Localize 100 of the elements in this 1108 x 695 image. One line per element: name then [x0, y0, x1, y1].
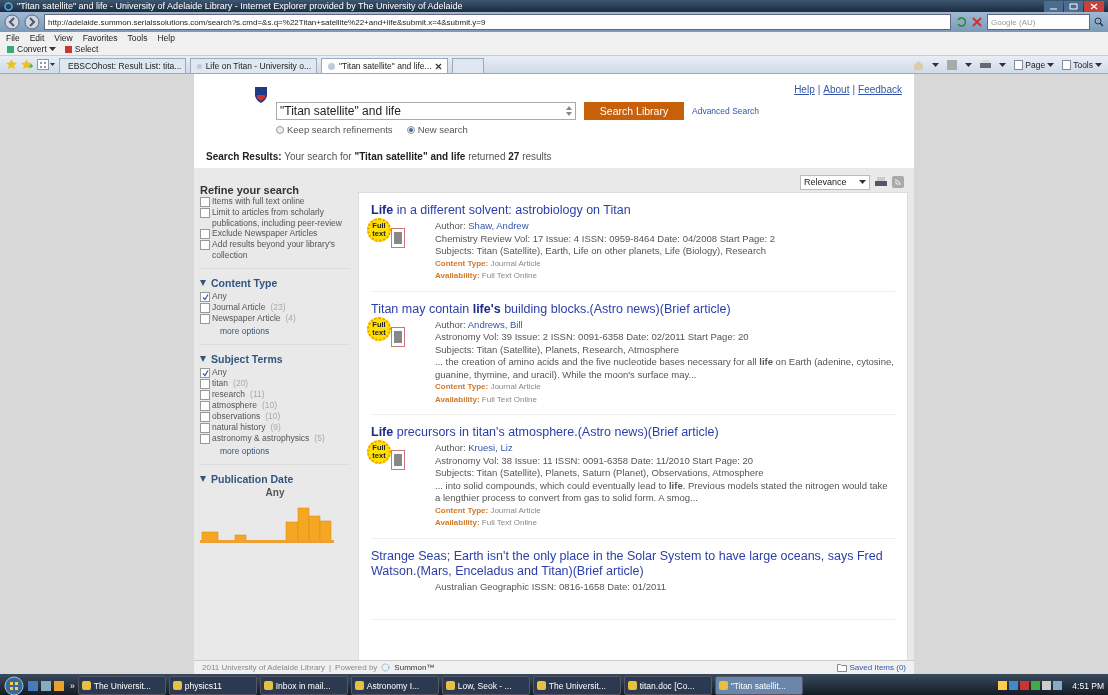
menu-item[interactable]: Favorites [82, 32, 118, 43]
menu-item[interactable]: Help [157, 32, 175, 43]
taskbar-button[interactable]: Inbox in mail... [259, 676, 348, 695]
taskbar-button[interactable]: Astronomy I... [350, 676, 439, 695]
result-title-link[interactable]: Strange Seas; Earth isn't the only place in the Solar System to have large oceans, says Fred Watson.(Mars, Enceladus and Titan)(Brief article) [371, 548, 895, 579]
facet-option[interactable]: natural history [212, 422, 266, 433]
menu-item[interactable]: Tools [127, 32, 148, 43]
radio-button[interactable] [276, 125, 284, 134]
toolbar-button[interactable]: Select [63, 44, 99, 54]
checkbox[interactable] [200, 197, 210, 207]
result-title-link[interactable]: Life precursors in titan's atmosphere.(Astro news)(Brief article) [371, 425, 895, 440]
new-tab-button[interactable] [452, 58, 484, 73]
browser-tab[interactable]: Life on Titan - University o... [190, 58, 317, 73]
toolbar-button[interactable]: Page [1014, 59, 1055, 70]
quick-launch-icon[interactable] [27, 679, 67, 692]
result-title-link[interactable]: Titan may contain life's building blocks.(Astro news)(Brief article) [371, 301, 895, 317]
taskbar-button[interactable]: The Universit... [77, 676, 166, 695]
crest-logo [254, 86, 268, 104]
facet-heading[interactable]: Subject Terms [211, 353, 283, 365]
print-icon[interactable] [875, 176, 887, 188]
toolbar-glyph-icon [6, 44, 15, 54]
more-options-link[interactable]: more options [200, 446, 350, 456]
facet-option[interactable]: Journal Article [212, 302, 266, 313]
taskbar-button[interactable]: The Universit... [532, 676, 621, 695]
results-summary: Search Results: Your search for "Titan satellite" and life returned 27 results [205, 150, 553, 164]
print-icon[interactable] [980, 59, 992, 70]
expand-triangle-icon[interactable] [200, 280, 206, 286]
start-button[interactable] [4, 675, 24, 695]
refresh-icon[interactable] [955, 16, 967, 28]
overflow-chevron[interactable]: » [70, 680, 75, 691]
forward-button[interactable] [24, 14, 40, 30]
taskbar-button[interactable]: "Titan satellit... [714, 676, 803, 695]
search-button[interactable]: Search Library [584, 102, 684, 120]
search-icon[interactable] [1094, 17, 1104, 27]
filter-label: Exclude Newspaper Articles [212, 228, 318, 239]
checkbox[interactable] [200, 229, 210, 239]
checkbox[interactable] [200, 401, 210, 411]
sort-dropdown[interactable]: Relevance [800, 174, 870, 190]
sidebar-title: Refine your search [200, 184, 300, 196]
rss-icon[interactable] [892, 176, 904, 188]
browser-tab[interactable]: EBSCOhost: Result List: tita... [59, 58, 186, 73]
more-options-link[interactable]: more options [200, 326, 350, 336]
header-link[interactable]: Help [794, 84, 815, 95]
toolbar-button[interactable]: Convert [6, 44, 56, 54]
header-link[interactable]: Feedback [858, 84, 902, 95]
tab-list-icon[interactable] [37, 59, 55, 70]
toolbar-button[interactable]: Tools [1062, 59, 1102, 70]
taskbar-button[interactable]: physics11 [168, 676, 257, 695]
search-field[interactable]: "Titan satellite" and life [276, 102, 576, 120]
checkbox[interactable] [200, 423, 210, 433]
facet-option[interactable]: atmosphere [212, 400, 257, 411]
snippet-text: ... into solid compounds, which could eventually lead to life. Previous models stated the nitrogen would take a lengthier process to convert from gas to solid form. A smog... [435, 479, 889, 505]
facet-option[interactable]: astronomy & astrophysics [212, 433, 310, 444]
address-field[interactable]: http://adelaide.summon.serialssolutions.com/search?s.cmd=&s.q=%22Titan+satellite%22+and+life&submit.x=4&submit.y=9 [44, 14, 951, 30]
advanced-search-link[interactable]: Advanced Search [692, 106, 760, 116]
taskbar-button[interactable]: Low, Seok - ... [441, 676, 530, 695]
star-icon[interactable] [6, 59, 17, 70]
checkbox[interactable] [200, 368, 210, 378]
facet-option[interactable]: Newspaper Article [212, 313, 281, 324]
close-icon[interactable] [435, 62, 442, 70]
result-title-link[interactable]: Life in a different solvent: astrobiology on Titan [371, 203, 895, 218]
add-favorites-icon[interactable] [21, 59, 33, 70]
back-button[interactable] [4, 14, 20, 30]
content-type-line: Content Type: Journal Article [435, 257, 542, 270]
header-link[interactable]: About [823, 84, 850, 95]
radio-button[interactable] [406, 125, 415, 134]
facet-heading[interactable]: Content Type [211, 277, 278, 289]
stop-icon[interactable] [971, 16, 983, 28]
expand-triangle-icon[interactable] [200, 356, 206, 362]
menu-item[interactable]: File [6, 32, 20, 43]
page-favicon-icon [196, 61, 203, 71]
checkbox[interactable] [200, 314, 210, 324]
checkbox[interactable] [200, 434, 210, 444]
facet-option[interactable]: observations [212, 411, 261, 422]
saved-items-link[interactable]: Saved Items (0) [836, 663, 906, 672]
checkbox[interactable] [200, 240, 210, 250]
checkbox[interactable] [200, 379, 210, 389]
facet-option[interactable]: titan [212, 378, 229, 389]
browser-icon [4, 1, 13, 11]
menu-item[interactable]: Edit [29, 32, 45, 43]
checkbox[interactable] [200, 292, 210, 302]
radio-label[interactable]: New search [417, 124, 468, 135]
menu-item[interactable]: View [54, 32, 73, 43]
browser-tab[interactable]: "Titan satellite" and life... [321, 58, 448, 73]
checkbox[interactable] [200, 303, 210, 313]
checkbox[interactable] [200, 208, 210, 218]
facet-option[interactable]: Any [212, 367, 227, 378]
facet-option[interactable]: Any [212, 291, 227, 302]
expand-triangle-icon[interactable] [200, 476, 206, 482]
taskbar-button[interactable]: titan.doc [Co... [623, 676, 712, 695]
content-type-line: Content Type: Journal Article [435, 504, 542, 517]
window-controls-icon[interactable] [1044, 0, 1104, 12]
link-separator: | [852, 84, 856, 95]
checkmark-icon [201, 293, 209, 301]
facet-option[interactable]: research [212, 389, 246, 400]
checkbox[interactable] [200, 390, 210, 400]
spinner-icon[interactable] [566, 105, 572, 117]
facet-heading[interactable]: Publication Date [211, 473, 294, 485]
checkbox[interactable] [200, 412, 210, 422]
radio-label[interactable]: Keep search refinements [287, 124, 393, 135]
